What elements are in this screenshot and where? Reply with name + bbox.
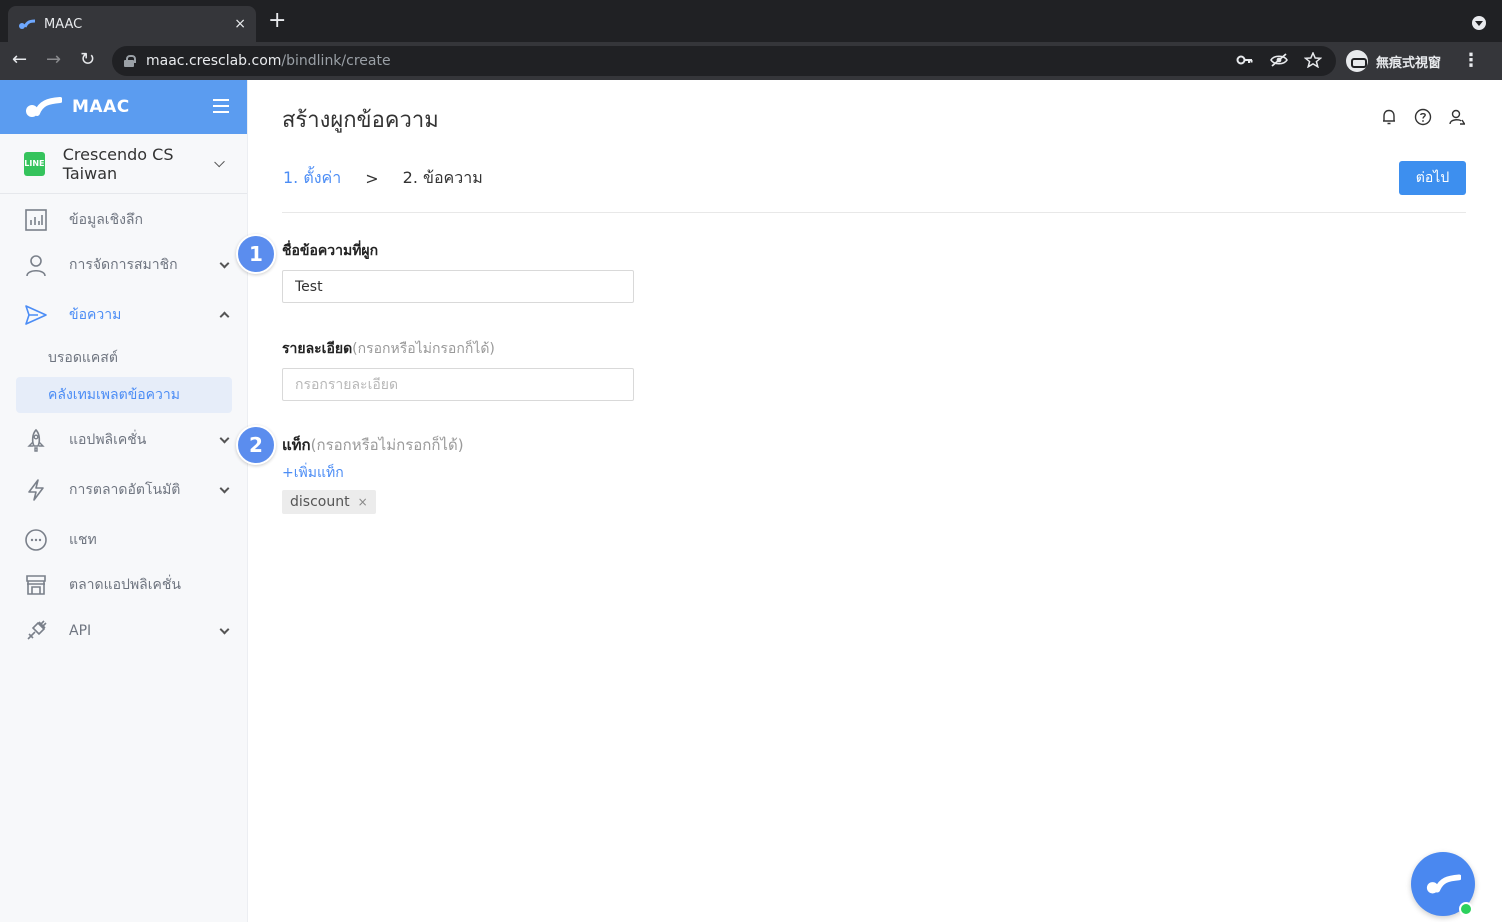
chevron-down-icon <box>219 258 230 269</box>
sidebar-item-automation[interactable]: การตลาดอัตโนมัติ <box>0 470 248 510</box>
user-settings-icon[interactable] <box>1448 108 1466 126</box>
step-message: 2. ข้อความ <box>402 168 483 187</box>
line-logo-icon: LINE <box>24 151 45 176</box>
chat-bubble-icon <box>24 528 48 552</box>
lightning-icon <box>24 478 48 502</box>
hamburger-menu-icon[interactable] <box>213 99 229 113</box>
detail-hint: (กรอกหรือไม่กรอกก็ได้) <box>352 341 495 357</box>
brand-header: MAAC <box>0 80 247 134</box>
step-breadcrumb: 1. ตั้งค่า > 2. ข้อความ <box>283 166 483 191</box>
address-bar[interactable]: maac.cresclab.com/bindlink/create <box>112 46 1336 76</box>
browser-toolbar: ← → ↻ maac.cresclab.com/bindlink/create … <box>0 42 1502 80</box>
sidebar-item-applications[interactable]: แอปพลิเคชั่น <box>0 420 248 460</box>
back-arrow-icon[interactable]: ← <box>12 50 27 70</box>
tag-hint: (กรอกหรือไม่กรอกก็ได้) <box>310 436 464 454</box>
store-icon <box>24 573 48 597</box>
profile-label: 無痕式視窗 <box>1376 55 1442 71</box>
send-message-icon <box>24 303 48 327</box>
browser-tabbar: MAAC × + <box>0 0 1502 42</box>
chevron-down-icon <box>214 156 225 167</box>
sidebar-item-label: ข้อมูลเชิงลึก <box>69 212 143 228</box>
tab-search-icon[interactable] <box>1472 16 1486 30</box>
sidebar-item-insights[interactable]: ข้อมูลเชิงลึก <box>0 200 248 240</box>
online-status-dot <box>1459 902 1473 916</box>
tag-chip: discount × <box>282 490 376 514</box>
annotation-marker-2: 2 <box>236 425 276 465</box>
tag-label: แท็ก(กรอกหรือไม่กรอกก็ได้) <box>282 433 464 457</box>
annotation-marker-1: 1 <box>236 234 276 274</box>
sidebar-item-members[interactable]: การจัดการสมาชิก <box>0 245 248 285</box>
sidebar-item-label: ข้อความ <box>69 307 122 323</box>
tab-close-icon[interactable]: × <box>234 16 246 32</box>
maac-logo-icon <box>1426 874 1461 894</box>
key-icon[interactable] <box>1236 52 1254 68</box>
sidebar-item-label: การจัดการสมาชิก <box>69 257 178 273</box>
sidebar-item-app-market[interactable]: ตลาดแอปพลิเคชั่น <box>0 565 248 605</box>
detail-label-text: รายละเอียด <box>282 341 353 357</box>
add-tag-link[interactable]: +เพิ่มแท็ก <box>282 462 344 484</box>
url-host: maac.cresclab.com <box>146 53 282 69</box>
name-label: ชื่อข้อความที่ผูก <box>282 243 379 259</box>
maac-logo-icon <box>26 97 62 117</box>
sidebar-item-label: แอปพลิเคชั่น <box>69 432 147 448</box>
tag-chip-label: discount <box>290 494 350 510</box>
lock-icon <box>124 55 136 67</box>
name-input[interactable] <box>282 270 634 303</box>
tag-label-text: แท็ก <box>282 436 311 454</box>
maac-logo-icon <box>19 19 36 29</box>
sidebar-item-label: ตลาดแอปพลิเคชั่น <box>69 577 181 593</box>
browser-menu-icon[interactable]: ⋮ <box>1462 50 1480 71</box>
sidebar-item-label: API <box>69 623 92 639</box>
sidebar-item-messages[interactable]: ข้อความ <box>0 295 248 335</box>
new-tab-button[interactable]: + <box>268 10 286 32</box>
rocket-icon <box>24 428 48 452</box>
next-button[interactable]: ต่อไป <box>1399 161 1466 195</box>
account-selector[interactable]: LINE Crescendo CS Taiwan <box>0 134 247 194</box>
member-icon <box>24 253 48 277</box>
sidebar-item-label: แชท <box>69 532 97 548</box>
chevron-down-icon <box>219 433 230 444</box>
step-settings[interactable]: 1. ตั้งค่า <box>283 166 341 191</box>
plug-icon <box>24 619 48 643</box>
insights-chart-icon <box>24 208 48 232</box>
eye-off-icon[interactable] <box>1270 52 1288 68</box>
incognito-icon <box>1346 50 1368 72</box>
sidebar-item-api[interactable]: API <box>0 611 248 651</box>
star-icon[interactable] <box>1304 52 1322 68</box>
sidebar-subitem-template-library[interactable]: คลังเทมเพลตข้อความ <box>16 377 232 413</box>
sidebar-item-label: การตลาดอัตโนมัติ <box>69 482 181 498</box>
step-separator: > <box>365 169 379 188</box>
sidebar-subitem-broadcast[interactable]: บรอดแคสต์ <box>16 340 232 376</box>
sidebar: MAAC LINE Crescendo CS Taiwan ข้อมูลเชิง… <box>0 80 248 922</box>
account-name: Crescendo CS Taiwan <box>62 144 174 183</box>
chevron-down-icon <box>219 483 230 494</box>
detail-input[interactable] <box>282 368 634 401</box>
bell-icon[interactable] <box>1380 108 1398 126</box>
help-icon[interactable] <box>1414 108 1432 126</box>
incognito-profile[interactable]: 無痕式視窗 <box>1346 48 1442 74</box>
close-icon[interactable]: × <box>358 495 368 509</box>
chevron-up-icon <box>219 311 230 322</box>
reload-icon[interactable]: ↻ <box>80 50 95 70</box>
url-path: /bindlink/create <box>281 53 391 69</box>
sidebar-item-chat[interactable]: แชท <box>0 520 248 560</box>
forward-arrow-icon[interactable]: → <box>46 50 61 70</box>
main-content: สร้างผูกข้อความ 1. ตั้งค่า > 2. ข้อความ … <box>249 80 1502 922</box>
chat-widget-button[interactable] <box>1411 852 1475 916</box>
divider <box>282 212 1466 213</box>
detail-label: รายละเอียด(กรอกหรือไม่กรอกก็ได้) <box>282 338 495 360</box>
brand-name: MAAC <box>72 97 130 117</box>
browser-tab[interactable]: MAAC × <box>8 6 256 42</box>
tab-title: MAAC <box>44 16 83 32</box>
page-title: สร้างผูกข้อความ <box>282 108 439 133</box>
chevron-down-icon <box>219 624 230 635</box>
